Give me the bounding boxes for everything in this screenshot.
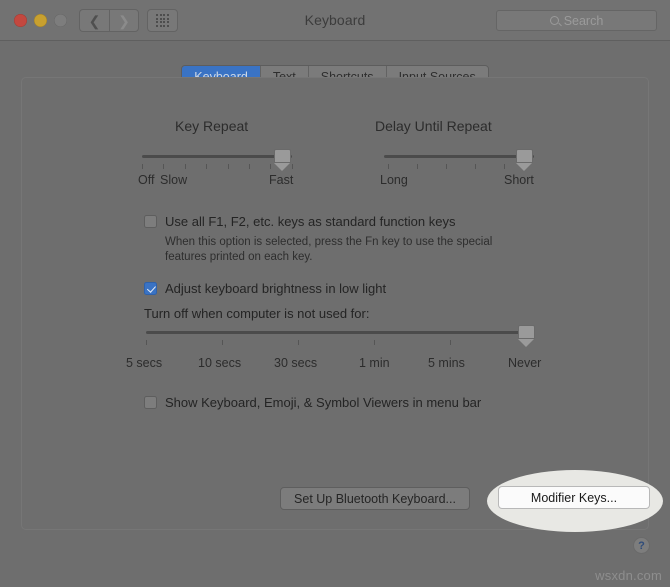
delay-until-repeat-track[interactable] — [384, 155, 534, 158]
help-icon[interactable]: ? — [633, 537, 650, 554]
watermark: wsxdn.com — [595, 568, 662, 583]
key-repeat-min-label-slow: Slow — [160, 173, 188, 187]
delay-min-label: Long — [380, 173, 408, 187]
function-keys-checkbox[interactable] — [144, 215, 157, 228]
delay-until-repeat-ticks — [384, 164, 534, 170]
turn-off-ticks — [146, 340, 527, 346]
delay-max-label: Short — [504, 173, 534, 187]
turn-off-tick-label-3: 1 min — [359, 356, 390, 370]
key-repeat-thumb[interactable] — [273, 149, 291, 171]
keyboard-preferences-window: ❮ ❯ Keyboard Search Keyboard — [0, 0, 670, 587]
viewers-checkbox[interactable] — [144, 396, 157, 409]
turn-off-tick-label-5: Never — [508, 356, 542, 370]
function-keys-checkbox-row[interactable]: Use all F1, F2, etc. keys as standard fu… — [144, 214, 455, 229]
window-titlebar: ❮ ❯ Keyboard Search — [0, 0, 670, 41]
preferences-panel: Key Repeat Off Slow Fast Delay Until Rep… — [21, 77, 649, 530]
search-placeholder: Search — [563, 13, 604, 28]
turn-off-label: Turn off when computer is not used for: — [144, 306, 370, 321]
function-keys-help-line-1: When this option is selected, press the … — [165, 236, 493, 248]
brightness-checkbox[interactable] — [144, 282, 157, 295]
turn-off-tick-label-1: 10 secs — [198, 356, 242, 370]
turn-off-tick-label-0: 5 secs — [126, 356, 163, 370]
setup-bluetooth-keyboard-button[interactable]: Set Up Bluetooth Keyboard... — [280, 487, 470, 510]
modifier-keys-label: Modifier Keys... — [530, 490, 618, 505]
key-repeat-track[interactable] — [142, 155, 292, 158]
turn-off-track[interactable] — [146, 331, 526, 334]
brightness-checkbox-row[interactable]: Adjust keyboard brightness in low light — [144, 281, 386, 296]
turn-off-tick-label-4: 5 mins — [428, 356, 465, 370]
delay-until-repeat-title: Delay Until Repeat — [375, 118, 492, 134]
key-repeat-min-label-off: Off — [138, 173, 155, 187]
delay-until-repeat-thumb[interactable] — [515, 149, 533, 171]
setup-bluetooth-keyboard-label: Set Up Bluetooth Keyboard... — [294, 491, 456, 506]
turn-off-thumb[interactable] — [517, 325, 535, 347]
key-repeat-ticks — [142, 164, 293, 170]
function-keys-label: Use all F1, F2, etc. keys as standard fu… — [165, 214, 456, 229]
search-input[interactable]: Search — [496, 10, 657, 31]
brightness-label: Adjust keyboard brightness in low light — [165, 281, 387, 296]
viewers-checkbox-row[interactable]: Show Keyboard, Emoji, & Symbol Viewers i… — [144, 395, 481, 410]
key-repeat-max-label: Fast — [269, 173, 294, 187]
function-keys-help-line-2: features printed on each key. — [165, 251, 313, 263]
key-repeat-title: Key Repeat — [175, 118, 249, 134]
search-icon — [549, 16, 559, 25]
viewers-label: Show Keyboard, Emoji, & Symbol Viewers i… — [165, 395, 482, 410]
turn-off-tick-label-2: 30 secs — [274, 356, 318, 370]
help-label: ? — [638, 539, 645, 552]
modifier-keys-button[interactable]: Modifier Keys... — [498, 486, 650, 509]
